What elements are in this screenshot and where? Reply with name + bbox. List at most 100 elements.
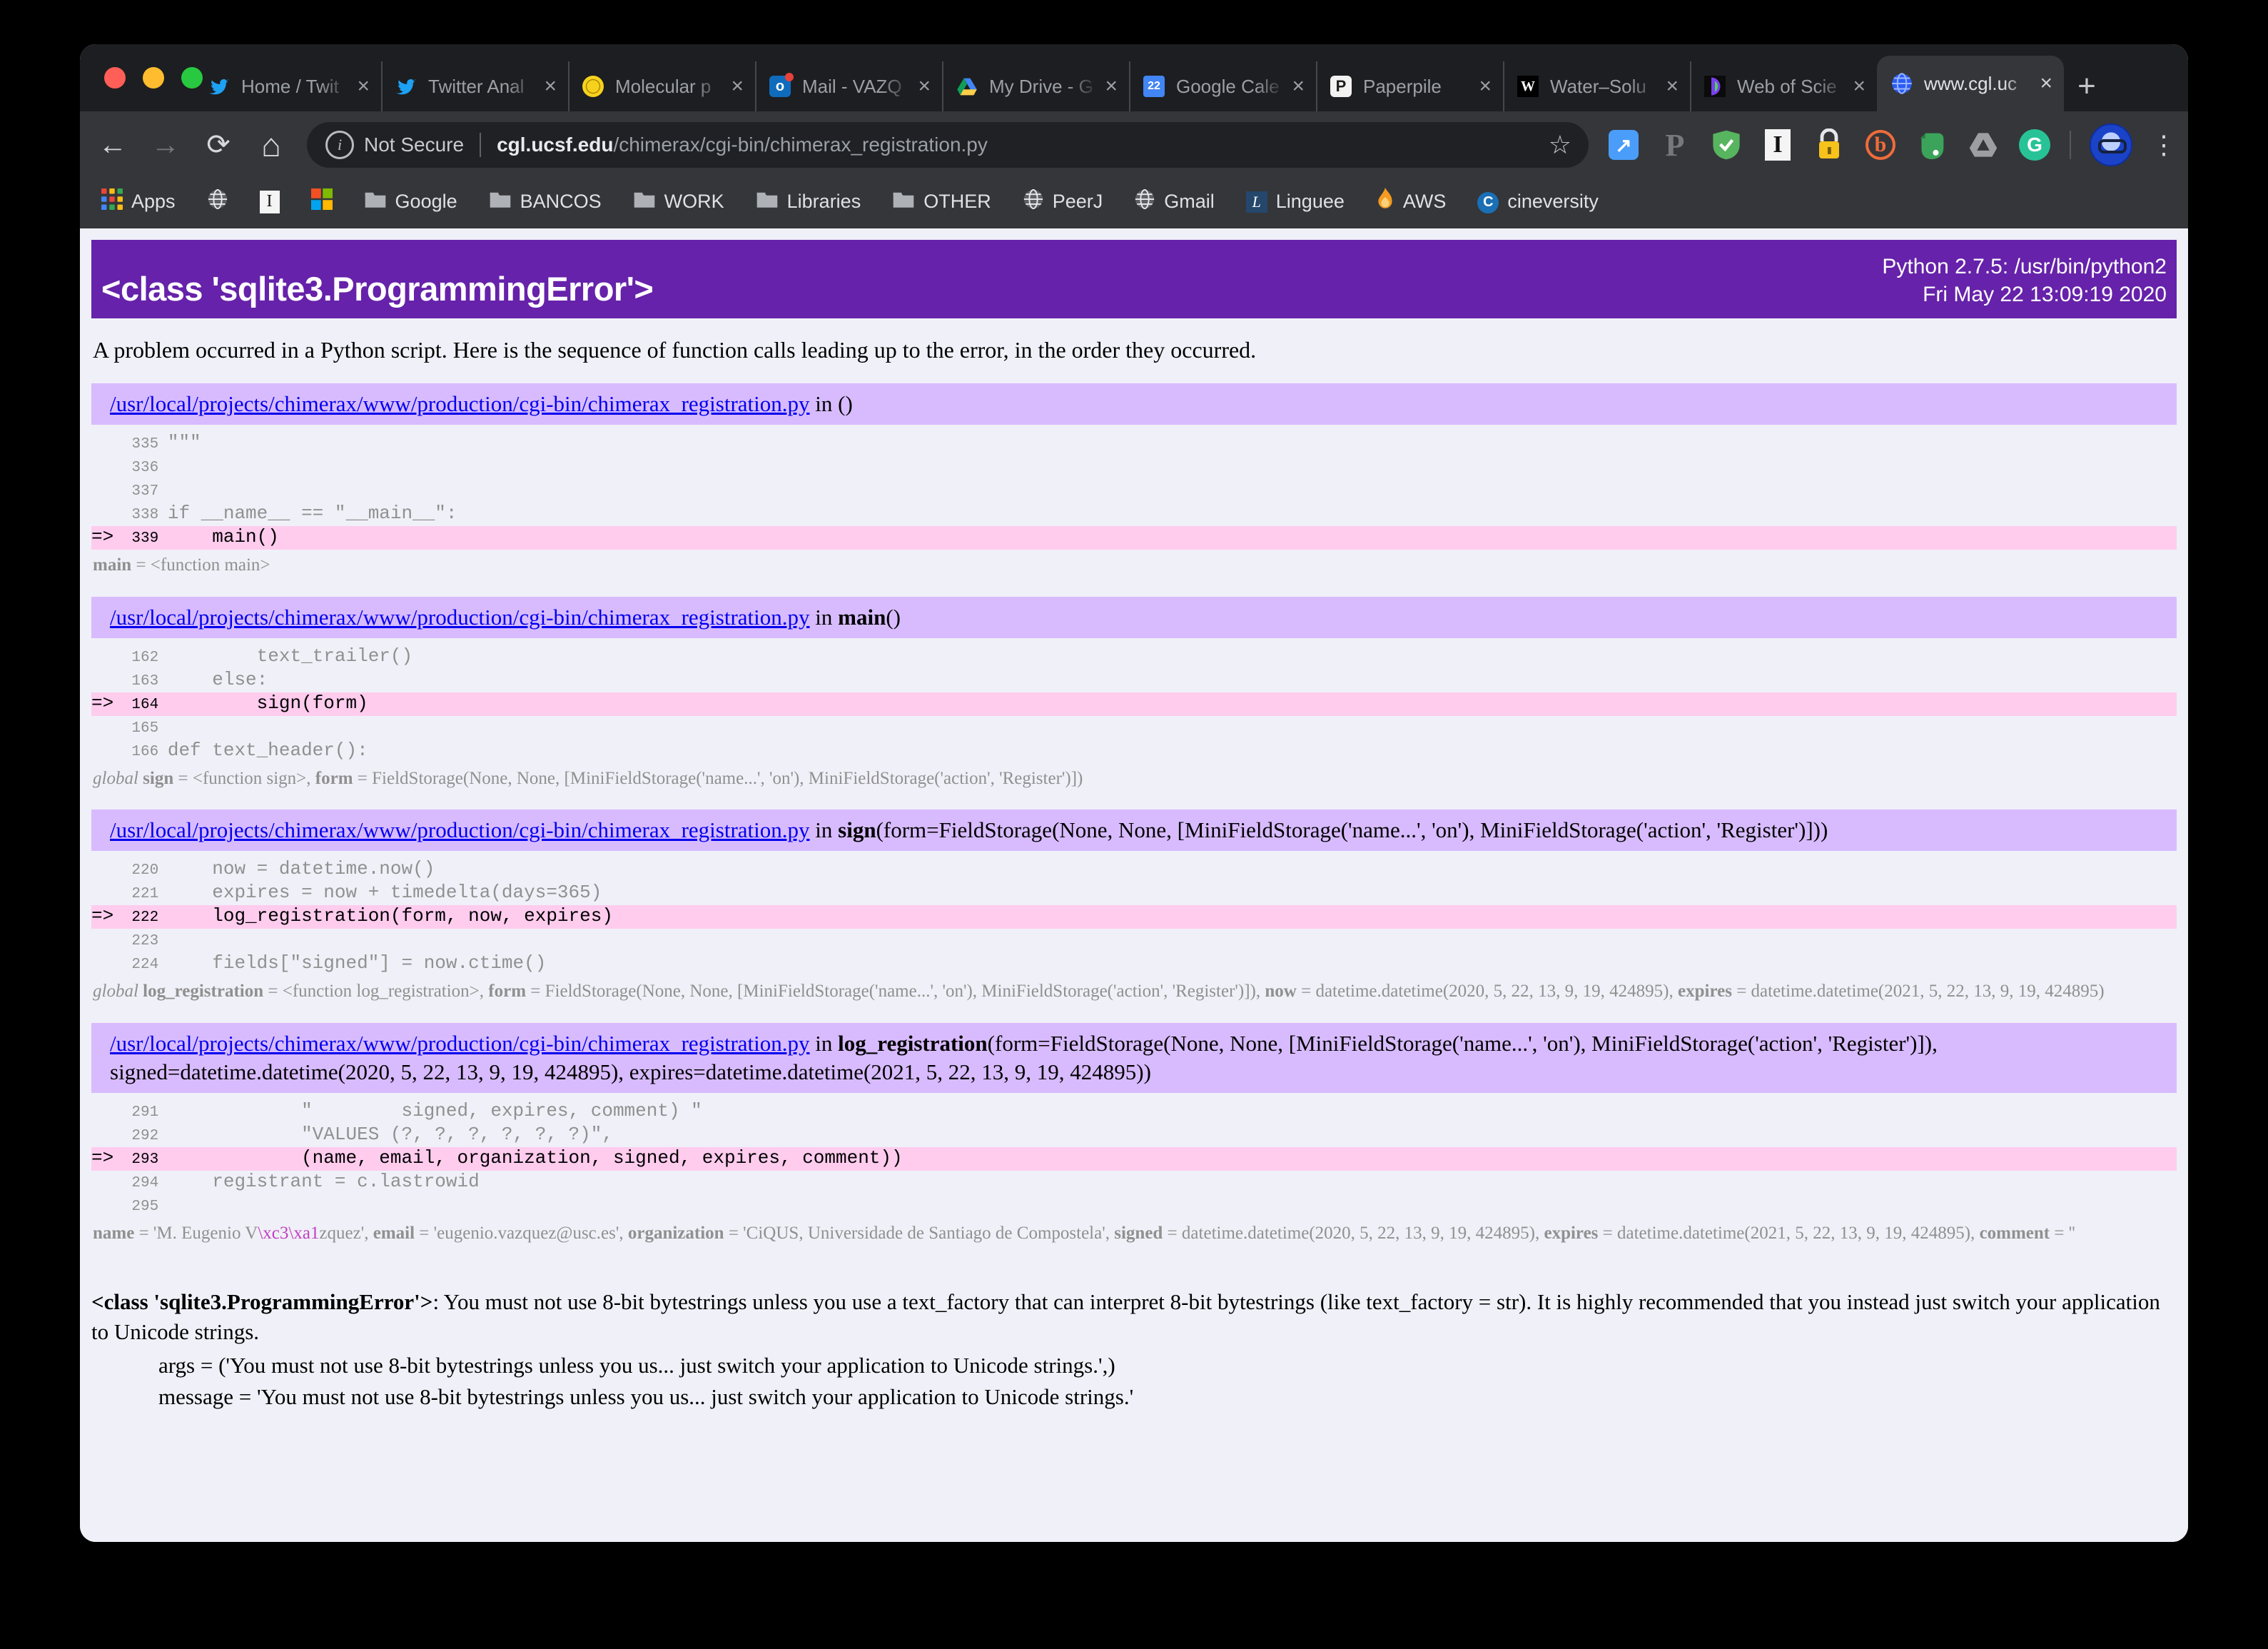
new-tab-button[interactable]: + (2064, 61, 2110, 111)
close-window-button[interactable] (104, 67, 126, 89)
bookmark-item-libraries[interactable]: Libraries (756, 190, 861, 213)
share-icon[interactable]: ↗ (1607, 128, 1640, 161)
tab-molecular[interactable]: Molecular p× (568, 61, 755, 111)
tab-water-solu[interactable]: WWater–Solu× (1503, 61, 1690, 111)
frame-call-text: in () (810, 391, 853, 416)
source-file-link[interactable]: /usr/local/projects/chimerax/www/product… (110, 817, 810, 842)
address-bar[interactable]: i Not Secure cgl.ucsf.edu /chimerax/cgi-… (307, 122, 1589, 168)
line-prefix (91, 740, 113, 761)
bookmark-item-icon-3[interactable] (311, 188, 333, 215)
var-name: expires (1544, 1224, 1598, 1243)
tab-close-icon[interactable]: × (1479, 74, 1492, 99)
var-value: = datetime.datetime(2021, 5, 22, 13, 9, … (1732, 982, 2105, 1001)
var-value: = datetime.datetime(2021, 5, 22, 13, 9, … (1598, 1224, 1979, 1243)
line-number: 295 (113, 1199, 168, 1215)
folder-icon (364, 190, 387, 213)
bookmark-item-peerj[interactable]: PeerJ (1023, 188, 1103, 215)
bookmark-item-google[interactable]: Google (364, 190, 457, 213)
line-prefix: => (91, 692, 113, 714)
source-file-link[interactable]: /usr/local/projects/chimerax/www/product… (110, 1031, 810, 1056)
var-value: = <function sign>, (173, 769, 315, 788)
twitter-icon (207, 74, 231, 99)
exception-summary: <class 'sqlite3.ProgrammingError'>: You … (91, 1287, 2177, 1347)
line-code: text_trailer() (168, 645, 412, 667)
tab-twitter-analytics[interactable]: Twitter Anal× (381, 61, 568, 111)
line-number: 166 (113, 744, 168, 760)
tab-close-icon[interactable]: × (1853, 74, 1865, 99)
grammarly-icon[interactable]: G (2018, 128, 2051, 161)
highlighted-code-line: => 293 (name, email, organization, signe… (91, 1147, 2177, 1171)
back-button[interactable]: ← (96, 128, 130, 162)
line-prefix (91, 929, 113, 950)
url-divider (480, 133, 481, 157)
honey-icon[interactable]: b (1864, 128, 1897, 161)
bookmark-item-icon-1[interactable] (207, 188, 228, 215)
code-line: 335 """ (91, 432, 2177, 455)
line-prefix (91, 432, 113, 453)
paperpile-ext-icon[interactable]: P (1659, 128, 1691, 161)
code-line: 163 else: (91, 669, 2177, 692)
tab-close-icon[interactable]: × (357, 74, 370, 99)
minimize-window-button[interactable] (143, 67, 164, 89)
tab-close-icon[interactable]: × (1105, 74, 1118, 99)
line-prefix (91, 1171, 113, 1192)
home-button[interactable]: ⌂ (254, 128, 288, 162)
toolbar: ← → ⟳ ⌂ i Not Secure cgl.ucsf.edu /chime… (80, 111, 2188, 178)
tab-paperpile[interactable]: PPaperpile× (1316, 61, 1503, 111)
source-file-link[interactable]: /usr/local/projects/chimerax/www/product… (110, 391, 810, 416)
tab-mail-vazq[interactable]: oMail - VAZQ× (755, 61, 942, 111)
source-file-link[interactable]: /usr/local/projects/chimerax/www/product… (110, 605, 810, 630)
evernote-icon[interactable] (1915, 128, 1948, 161)
frame-call-text: in (810, 605, 839, 630)
info-icon[interactable]: i (325, 131, 354, 159)
line-number: 292 (113, 1128, 168, 1144)
bookmark-item-other[interactable]: OTHER (892, 190, 991, 213)
instapaper-icon[interactable]: I (1761, 128, 1794, 161)
bookmark-item-bancos[interactable]: BANCOS (489, 190, 602, 213)
line-prefix (91, 455, 113, 477)
code-line: 223 (91, 929, 2177, 952)
traceback-frame: /usr/local/projects/chimerax/www/product… (91, 383, 2177, 577)
reload-button[interactable]: ⟳ (201, 128, 236, 162)
bookmark-item-linguee[interactable]: LLinguee (1246, 190, 1345, 213)
tab-close-icon[interactable]: × (1666, 74, 1679, 99)
tab-cgl-ucsf[interactable]: www.cgl.uc× (1877, 56, 2064, 111)
tab-close-icon[interactable]: × (2040, 71, 2052, 96)
code-line: 224 fields["signed"] = now.ctime() (91, 952, 2177, 976)
bookmark-label: OTHER (923, 191, 991, 213)
bookmark-star-icon[interactable]: ☆ (1539, 130, 1581, 160)
bookmark-item-icon-2[interactable]: I (260, 189, 280, 213)
tab-my-drive[interactable]: My Drive - G× (942, 61, 1129, 111)
tab-google-calendar[interactable]: 22Google Cale× (1129, 61, 1316, 111)
lock-icon[interactable] (1813, 128, 1846, 161)
forward-button[interactable]: → (148, 128, 183, 162)
apps-grid-icon (101, 188, 123, 215)
line-number: 336 (113, 460, 168, 476)
adguard-shield-icon[interactable] (1710, 128, 1743, 161)
tab-home-twitter[interactable]: Home / Twit× (194, 61, 381, 111)
bookmark-item-work[interactable]: WORK (633, 190, 724, 213)
tab-strip: Home / Twit×Twitter Anal×Molecular p×oMa… (80, 44, 2188, 111)
tab-web-of-science[interactable]: Web of Scie × (1690, 61, 1877, 111)
bookmark-item-gmail[interactable]: Gmail (1134, 188, 1215, 215)
highlighted-code-line: => 339 main() (91, 526, 2177, 550)
bookmark-item-cineversity[interactable]: Ccineversity (1477, 189, 1599, 213)
tab-close-icon[interactable]: × (1292, 74, 1305, 99)
drive-offline-icon[interactable] (1967, 128, 2000, 161)
var-value: = datetime.datetime(2020, 5, 22, 13, 9, … (1297, 982, 1678, 1001)
frame-variables: name = 'M. Eugenio V\xc3\xa1zquez', emai… (93, 1222, 2177, 1244)
bookmark-label: WORK (664, 191, 724, 213)
tab-close-icon[interactable]: × (918, 74, 931, 99)
profile-avatar[interactable] (2090, 123, 2132, 166)
tab-close-icon[interactable]: × (544, 74, 557, 99)
tab-close-icon[interactable]: × (731, 74, 744, 99)
bookmark-item-apps[interactable]: Apps (101, 188, 176, 215)
highlighted-code-line: => 164 sign(form) (91, 692, 2177, 716)
line-prefix (91, 479, 113, 500)
globe-icon (207, 188, 228, 215)
menu-kebab-icon[interactable]: ⋮ (2151, 130, 2172, 160)
var-value: = '' (2050, 1224, 2075, 1243)
traceback-frame: /usr/local/projects/chimerax/www/product… (91, 810, 2177, 1003)
tab-title: Web of Scie (1737, 76, 1847, 98)
bookmark-item-aws[interactable]: AWS (1376, 188, 1447, 216)
